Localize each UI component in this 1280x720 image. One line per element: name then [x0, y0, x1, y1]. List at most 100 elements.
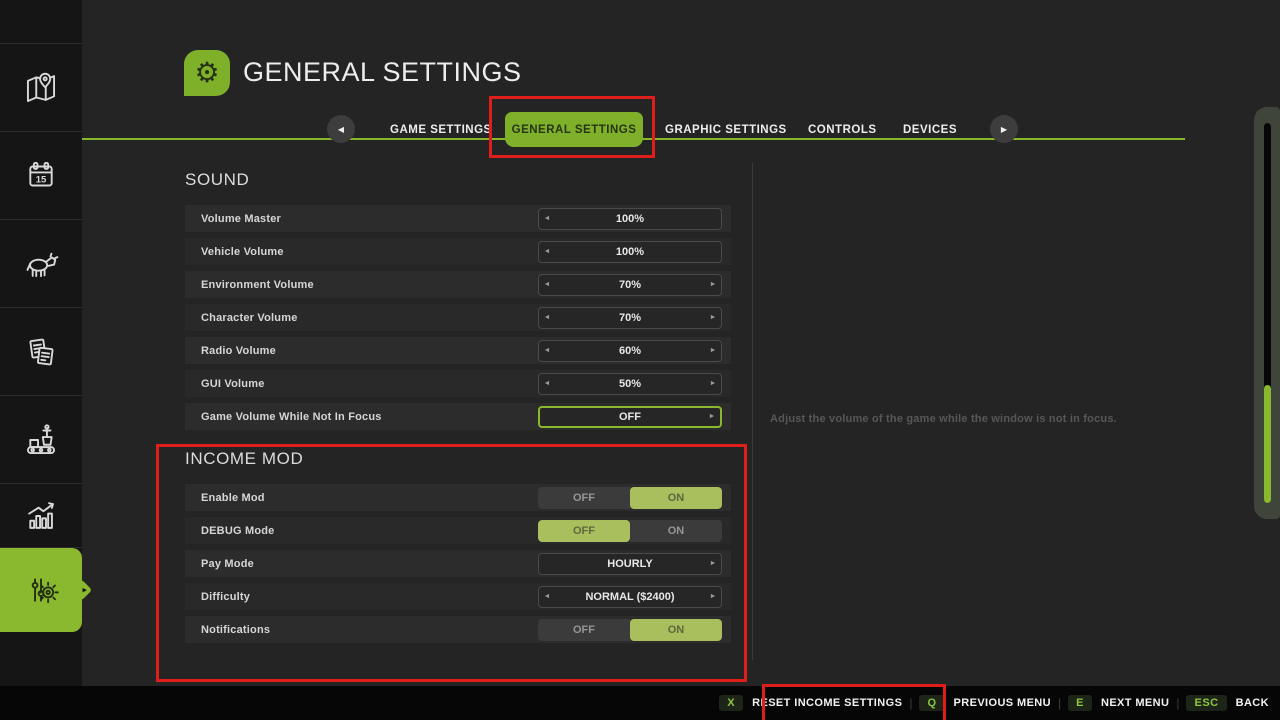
tab-graphic-settings[interactable]: GRAPHIC SETTINGS [665, 112, 787, 147]
toggle-on[interactable]: ON [630, 520, 722, 542]
chevron-left-icon: ◀ [338, 125, 344, 134]
tab-controls[interactable]: CONTROLS [808, 112, 877, 147]
sidebar-spacer [0, 0, 82, 44]
decrease-icon[interactable]: ◄ [539, 347, 555, 354]
decrease-icon[interactable]: ◄ [539, 314, 555, 321]
increase-icon[interactable]: ► [705, 347, 721, 354]
enable-mod-toggle[interactable]: OFF ON [538, 487, 722, 509]
setting-row-character-volume: Character Volume ◄ 70% ► [185, 304, 731, 331]
setting-label: Game Volume While Not In Focus [201, 411, 382, 423]
setting-label: GUI Volume [201, 378, 265, 390]
hotkey-label: NEXT MENU [1101, 697, 1169, 709]
hotkey-reset-income-settings[interactable]: X RESET INCOME SETTINGS [719, 695, 902, 711]
sidebar-item-production[interactable] [0, 396, 82, 484]
mod-settings-icon [22, 571, 60, 609]
sidebar-item-contracts[interactable] [0, 308, 82, 396]
difficulty-stepper[interactable]: ◄ NORMAL ($2400) ► [538, 586, 722, 608]
tab-devices[interactable]: DEVICES [903, 112, 957, 147]
sidebar-item-statistics[interactable] [0, 484, 82, 548]
setting-label: Difficulty [201, 591, 250, 603]
general-settings-screen: 15 [0, 0, 1280, 720]
stepper-value: 100% [555, 213, 705, 225]
setting-row-gui-volume: GUI Volume ◄ 50% ► [185, 370, 731, 397]
increase-icon[interactable]: ► [705, 380, 721, 387]
increase-icon[interactable]: ► [705, 314, 721, 321]
setting-label: Environment Volume [201, 279, 314, 291]
decrease-icon[interactable]: ◄ [539, 380, 555, 387]
sidebar-item-calendar[interactable]: 15 [0, 132, 82, 220]
map-icon [22, 69, 60, 107]
stepper-value: NORMAL ($2400) [555, 591, 705, 603]
key-x[interactable]: X [719, 695, 743, 711]
stepper-value: OFF [556, 411, 704, 423]
environment-volume-stepper[interactable]: ◄ 70% ► [538, 274, 722, 296]
hotkey-next-menu[interactable]: E NEXT MENU [1068, 695, 1169, 711]
increase-icon[interactable]: ► [705, 560, 721, 567]
hint-separator: | [1176, 696, 1179, 710]
decrease-icon[interactable]: ◄ [539, 593, 555, 600]
increase-icon[interactable]: ► [704, 413, 720, 420]
sidebar: 15 [0, 0, 82, 720]
scrollbar [1254, 107, 1280, 519]
scrollbar-thumb[interactable] [1264, 385, 1271, 503]
tabs-next-button[interactable]: ▶ [990, 115, 1018, 143]
radio-volume-stepper[interactable]: ◄ 60% ► [538, 340, 722, 362]
sidebar-item-income-mod-settings[interactable]: ▸ [0, 548, 82, 632]
setting-label: Enable Mod [201, 492, 265, 504]
toggle-off[interactable]: OFF [538, 487, 630, 509]
setting-row-vehicle-volume: Vehicle Volume ◄ 100% ► [185, 238, 731, 265]
toggle-off[interactable]: OFF [538, 619, 630, 641]
increase-icon[interactable]: ► [705, 593, 721, 600]
setting-row-environment-volume: Environment Volume ◄ 70% ► [185, 271, 731, 298]
decrease-icon[interactable]: ◄ [539, 281, 555, 288]
character-volume-stepper[interactable]: ◄ 70% ► [538, 307, 722, 329]
volume-master-stepper[interactable]: ◄ 100% ► [538, 208, 722, 230]
setting-row-radio-volume: Radio Volume ◄ 60% ► [185, 337, 731, 364]
chevron-right-icon: ▶ [1001, 125, 1007, 134]
notifications-toggle[interactable]: OFF ON [538, 619, 722, 641]
scrollbar-track[interactable] [1264, 123, 1271, 503]
tab-general-settings[interactable]: GENERAL SETTINGS [505, 112, 643, 147]
key-esc[interactable]: ESC [1186, 695, 1226, 711]
stepper-value: 70% [555, 312, 705, 324]
tabs-prev-button[interactable]: ◀ [327, 115, 355, 143]
key-q[interactable]: Q [919, 695, 944, 711]
increase-icon[interactable]: ► [705, 281, 721, 288]
decrease-icon[interactable]: ◄ [539, 248, 555, 255]
toggle-on[interactable]: ON [630, 619, 722, 641]
sidebar-item-animals[interactable] [0, 220, 82, 308]
hotkey-label: PREVIOUS MENU [954, 697, 1052, 709]
hotkey-back[interactable]: ESC BACK [1186, 695, 1269, 711]
tab-label: CONTROLS [808, 124, 877, 136]
setting-description: Adjust the volume of the game while the … [770, 413, 1200, 425]
game-volume-focus-stepper[interactable]: ◄ OFF ► [538, 406, 722, 428]
toggle-off[interactable]: OFF [538, 520, 630, 542]
setting-row-difficulty: Difficulty ◄ NORMAL ($2400) ► [185, 583, 731, 610]
pay-mode-stepper[interactable]: ◄ HOURLY ► [538, 553, 722, 575]
decrease-icon[interactable]: ◄ [539, 215, 555, 222]
debug-mode-toggle[interactable]: OFF ON [538, 520, 722, 542]
setting-row-game-volume-not-in-focus: Game Volume While Not In Focus ◄ OFF ► [185, 403, 731, 430]
setting-label: Pay Mode [201, 558, 254, 570]
setting-label: Volume Master [201, 213, 281, 225]
setting-label: Vehicle Volume [201, 246, 284, 258]
setting-label: DEBUG Mode [201, 525, 275, 537]
gui-volume-stepper[interactable]: ◄ 50% ► [538, 373, 722, 395]
stepper-value: HOURLY [555, 558, 705, 570]
toggle-on[interactable]: ON [630, 487, 722, 509]
hotkey-label: RESET INCOME SETTINGS [752, 697, 902, 709]
setting-row-notifications: Notifications OFF ON [185, 616, 731, 643]
setting-row-enable-mod: Enable Mod OFF ON [185, 484, 731, 511]
section-title-income-mod: INCOME MOD [185, 449, 731, 469]
hotkey-previous-menu[interactable]: Q PREVIOUS MENU [919, 695, 1051, 711]
tab-label: DEVICES [903, 124, 957, 136]
key-e[interactable]: E [1068, 695, 1092, 711]
vehicle-volume-stepper[interactable]: ◄ 100% ► [538, 241, 722, 263]
cow-icon [22, 245, 60, 283]
tab-game-settings[interactable]: GAME SETTINGS [390, 112, 492, 147]
section-title-sound: SOUND [185, 170, 731, 190]
svg-text:15: 15 [36, 174, 47, 185]
setting-label: Notifications [201, 624, 270, 636]
column-divider [752, 163, 753, 660]
sidebar-item-map[interactable] [0, 44, 82, 132]
